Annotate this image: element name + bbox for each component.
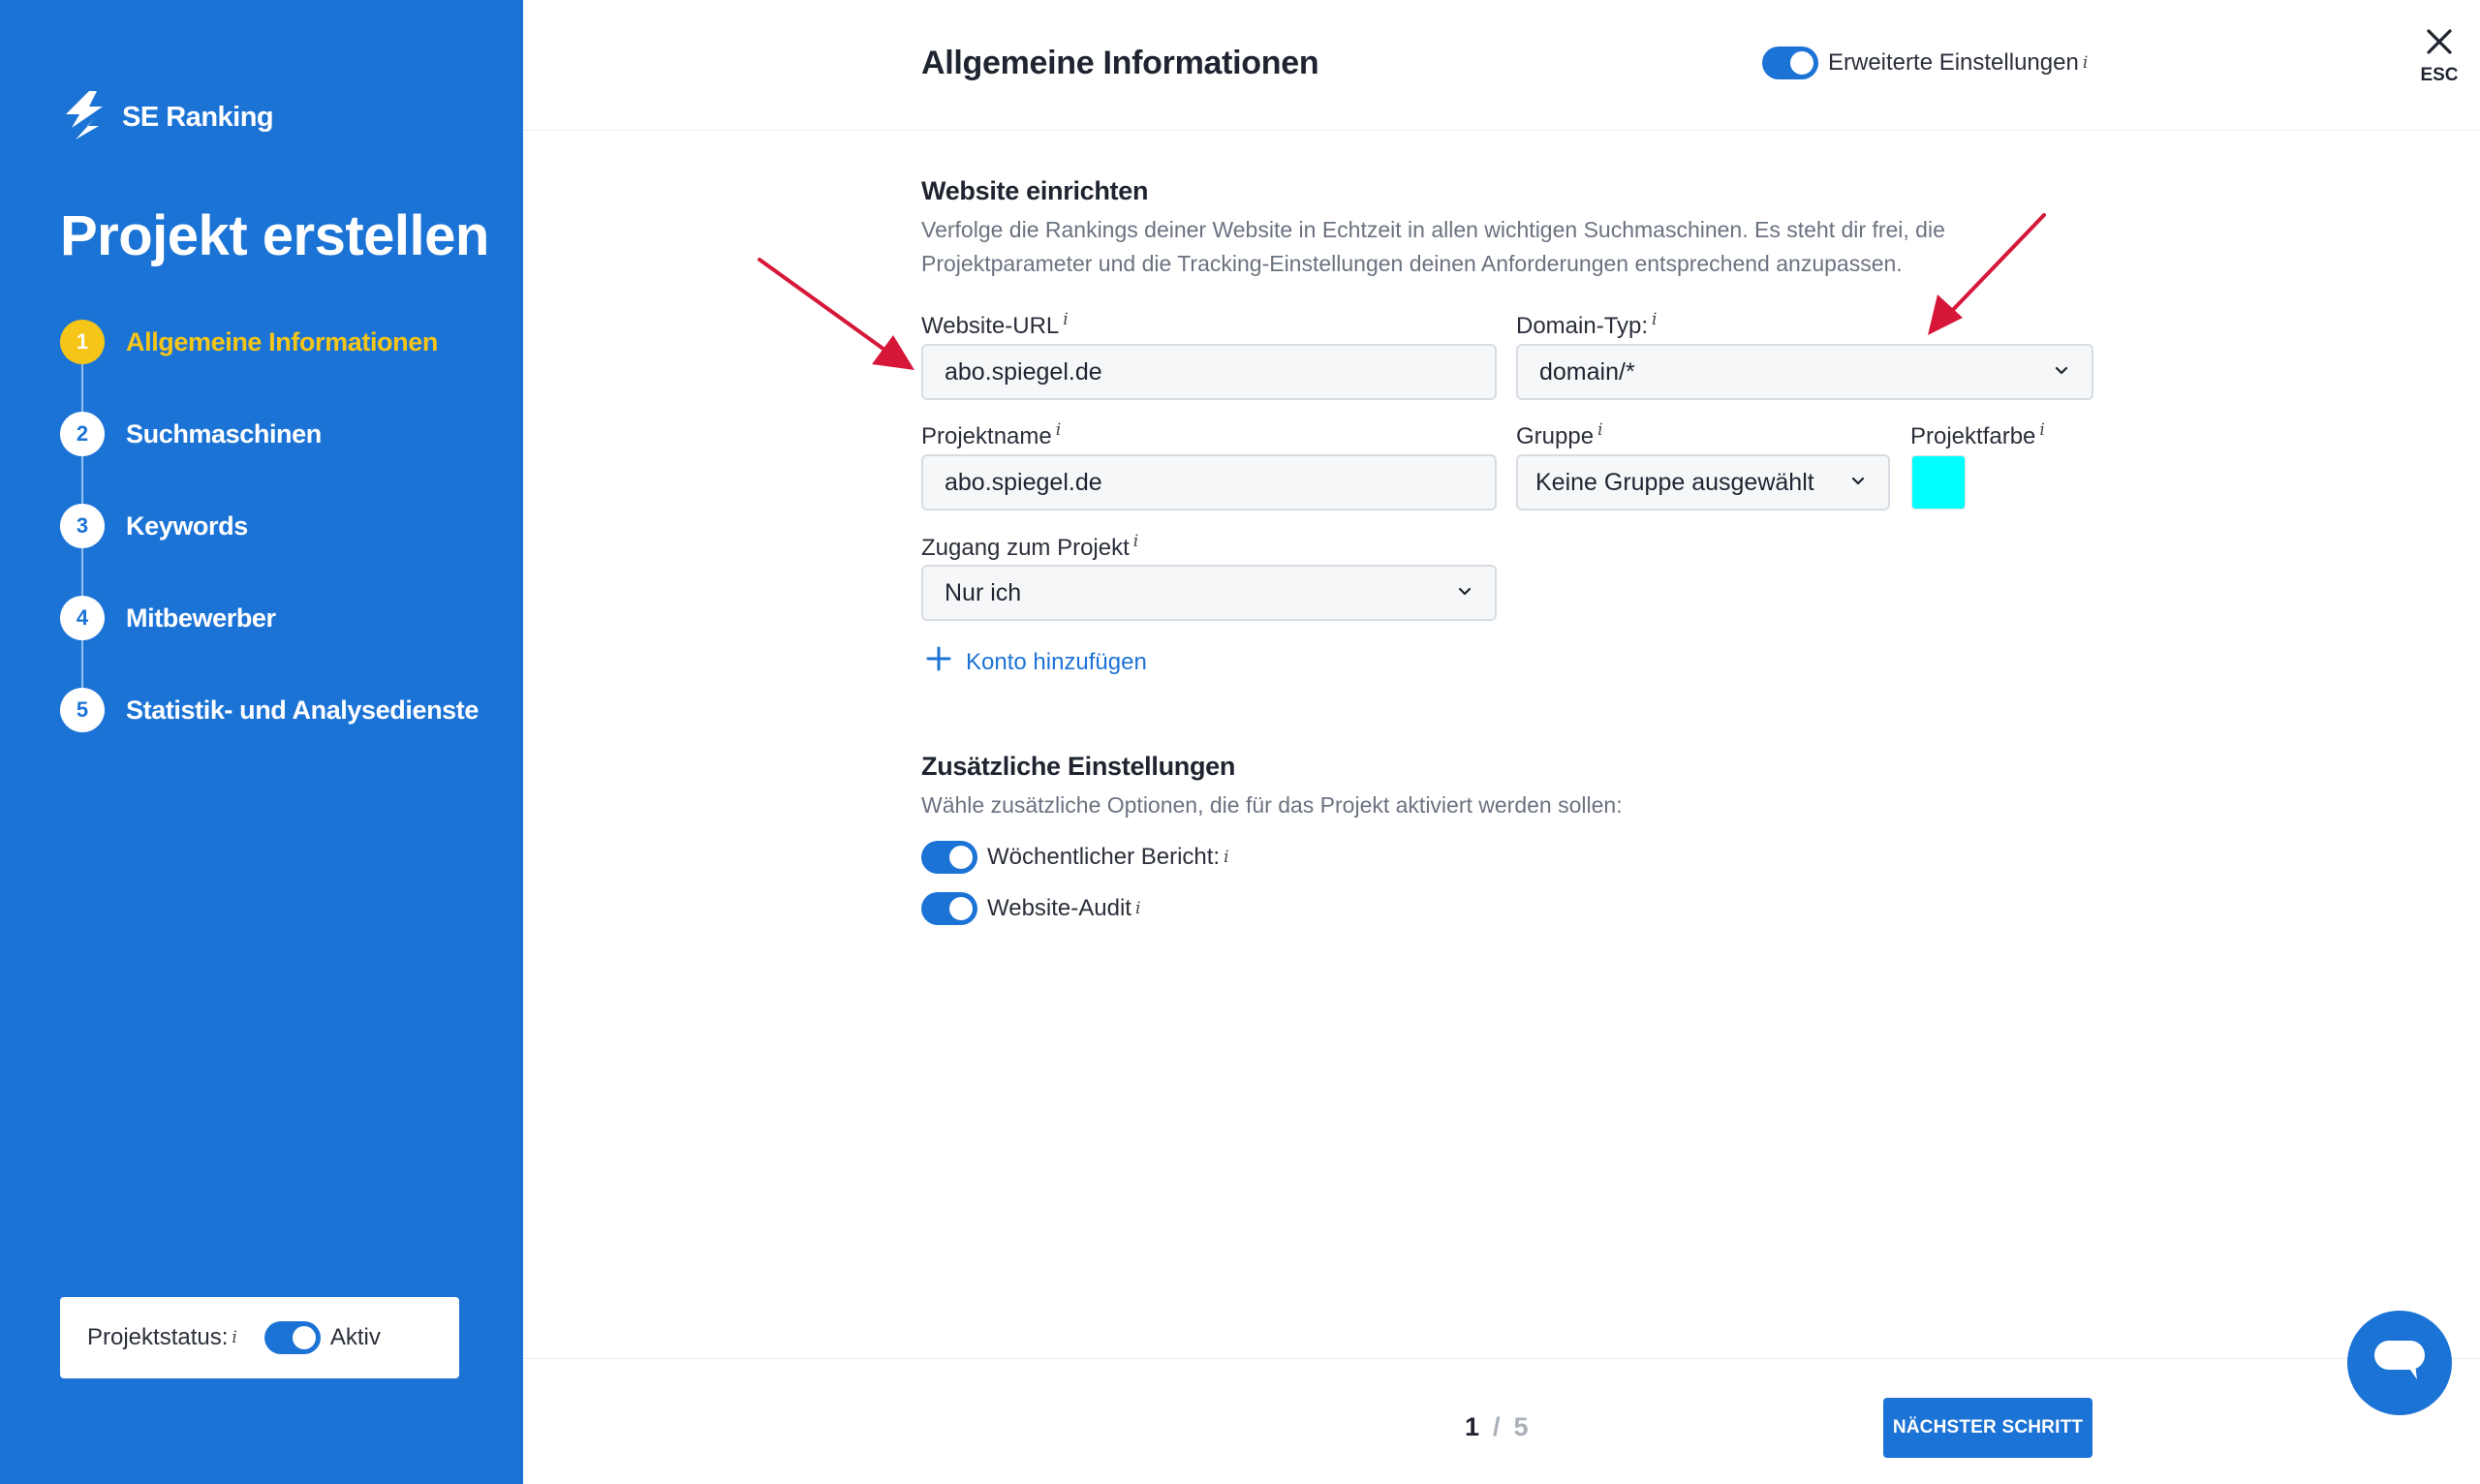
step-keywords[interactable]: 3 Keywords: [60, 504, 479, 596]
step-number: 5: [60, 688, 105, 732]
info-icon[interactable]: i: [1135, 899, 1140, 918]
step-connector: [81, 364, 83, 412]
step-label: Keywords: [126, 510, 248, 541]
weekly-report-label: Wöchentlicher Bericht:: [987, 844, 1221, 870]
weekly-report-toggle[interactable]: [921, 841, 977, 874]
step-number: 4: [60, 596, 105, 640]
project-access-label-text: Zugang zum Projekt: [921, 535, 1130, 561]
website-audit-toggle[interactable]: [921, 892, 977, 925]
project-name-label-text: Projektname: [921, 423, 1052, 449]
add-account-link[interactable]: Konto hinzufügen: [925, 645, 1147, 679]
se-ranking-logo-icon: [60, 89, 108, 146]
pager-current: 1: [1465, 1412, 1480, 1441]
step-label: Mitbewerber: [126, 603, 276, 633]
project-name-value: abo.spiegel.de: [945, 468, 1102, 496]
step-number: 3: [60, 504, 105, 548]
chevron-down-icon: [1456, 579, 1473, 607]
project-name-label: Projektname i: [921, 420, 1061, 450]
website-url-label-text: Website-URL: [921, 313, 1060, 339]
project-name-input[interactable]: abo.spiegel.de: [921, 454, 1497, 510]
project-color-label-text: Projektfarbe: [1910, 423, 2036, 449]
project-access-label: Zugang zum Projekt i: [921, 532, 1138, 562]
step-competitors[interactable]: 4 Mitbewerber: [60, 596, 479, 688]
step-label: Statistik- und Analysedienste: [126, 695, 479, 725]
option-weekly-report: Wöchentlicher Bericht: i: [921, 841, 1229, 874]
domain-type-label-text: Domain-Typ:: [1516, 313, 1649, 339]
step-general-info[interactable]: 1 Allgemeine Informationen: [60, 320, 479, 412]
page-title: Allgemeine Informationen: [921, 45, 1319, 81]
annotation-arrow-right: [1928, 213, 2046, 335]
header-divider: [523, 130, 2480, 131]
domain-type-label: Domain-Typ: i: [1516, 310, 1657, 340]
advanced-settings-toggle[interactable]: [1762, 46, 1818, 79]
chat-button[interactable]: [2347, 1311, 2452, 1415]
info-icon[interactable]: i: [1056, 420, 1061, 440]
step-connector: [81, 548, 83, 596]
advanced-settings-label: Erweiterte Einstellungen: [1828, 49, 2079, 76]
step-label: Allgemeine Informationen: [126, 326, 438, 356]
option-website-audit: Website-Audit i: [921, 892, 1140, 925]
info-icon[interactable]: i: [2039, 420, 2044, 440]
chevron-down-icon: [2053, 358, 2070, 386]
group-value: Keine Gruppe ausgewählt: [1535, 468, 1814, 496]
info-icon[interactable]: i: [1224, 848, 1228, 867]
project-color-swatch[interactable]: [1911, 455, 1966, 510]
step-search-engines[interactable]: 2 Suchmaschinen: [60, 412, 479, 504]
website-section-desc-line2: Projektparameter und die Tracking-Einste…: [921, 251, 1903, 276]
sidebar: SE Ranking Projekt erstellen 1 Allgemein…: [0, 0, 523, 1484]
advanced-settings: Erweiterte Einstellungen i: [1762, 46, 2088, 79]
info-icon[interactable]: i: [1063, 310, 1068, 329]
pager-total: 5: [1513, 1412, 1529, 1441]
info-icon[interactable]: i: [1133, 532, 1138, 551]
step-connector: [81, 640, 83, 688]
website-url-label: Website-URL i: [921, 310, 1069, 340]
group-select[interactable]: Keine Gruppe ausgewählt: [1516, 454, 1890, 510]
group-label: Gruppe i: [1516, 420, 1603, 450]
project-status-value: Aktiv: [329, 1324, 381, 1350]
sidebar-title: Projekt erstellen: [60, 204, 489, 267]
logo-text: SE Ranking: [122, 102, 274, 133]
close-button[interactable]: ESC: [2416, 27, 2463, 86]
logo[interactable]: SE Ranking: [60, 89, 274, 146]
close-icon: [2425, 27, 2454, 61]
website-section-desc-line1: Verfolge die Rankings deiner Website in …: [921, 217, 1945, 242]
website-url-value: abo.spiegel.de: [945, 357, 1102, 386]
website-url-input[interactable]: abo.spiegel.de: [921, 344, 1497, 400]
annotation-arrow-left: [758, 258, 914, 370]
website-audit-label: Website-Audit: [987, 895, 1132, 921]
project-access-select[interactable]: Nur ich: [921, 565, 1497, 621]
project-access-value: Nur ich: [945, 578, 1022, 606]
step-connector: [81, 456, 83, 504]
info-icon[interactable]: i: [1597, 420, 1602, 440]
pager-separator: /: [1493, 1412, 1501, 1441]
extra-section-title: Zusätzliche Einstellungen: [921, 752, 1236, 781]
chat-icon: [2372, 1337, 2427, 1390]
project-status-box: Projektstatus: i Aktiv: [60, 1297, 459, 1378]
footer-divider: [523, 1358, 2480, 1359]
chevron-down-icon: [1849, 469, 1867, 497]
next-step-button[interactable]: NÄCHSTER SCHRITT: [1883, 1398, 2092, 1458]
info-icon[interactable]: i: [2083, 53, 2088, 73]
info-icon[interactable]: i: [1652, 310, 1657, 329]
extra-section-desc: Wähle zusätzliche Optionen, die für das …: [921, 792, 1623, 818]
step-analytics[interactable]: 5 Statistik- und Analysedienste: [60, 688, 479, 732]
website-section-title: Website einrichten: [921, 176, 1149, 205]
info-icon[interactable]: i: [232, 1328, 236, 1347]
group-label-text: Gruppe: [1516, 423, 1595, 449]
step-number: 1: [60, 320, 105, 364]
step-number: 2: [60, 412, 105, 456]
add-account-label: Konto hinzufügen: [966, 648, 1147, 675]
domain-type-value: domain/*: [1539, 357, 1635, 386]
domain-type-select[interactable]: domain/*: [1516, 344, 2093, 400]
step-pager: 1 / 5: [1465, 1412, 1529, 1442]
step-label: Suchmaschinen: [126, 418, 322, 448]
esc-label: ESC: [2420, 65, 2459, 85]
plus-icon: [925, 645, 966, 679]
project-color-label: Projektfarbe i: [1910, 420, 2045, 450]
project-status-label: Projektstatus:: [87, 1324, 229, 1350]
project-status-toggle[interactable]: [264, 1321, 321, 1354]
steps-list: 1 Allgemeine Informationen 2 Suchmaschin…: [60, 320, 479, 780]
